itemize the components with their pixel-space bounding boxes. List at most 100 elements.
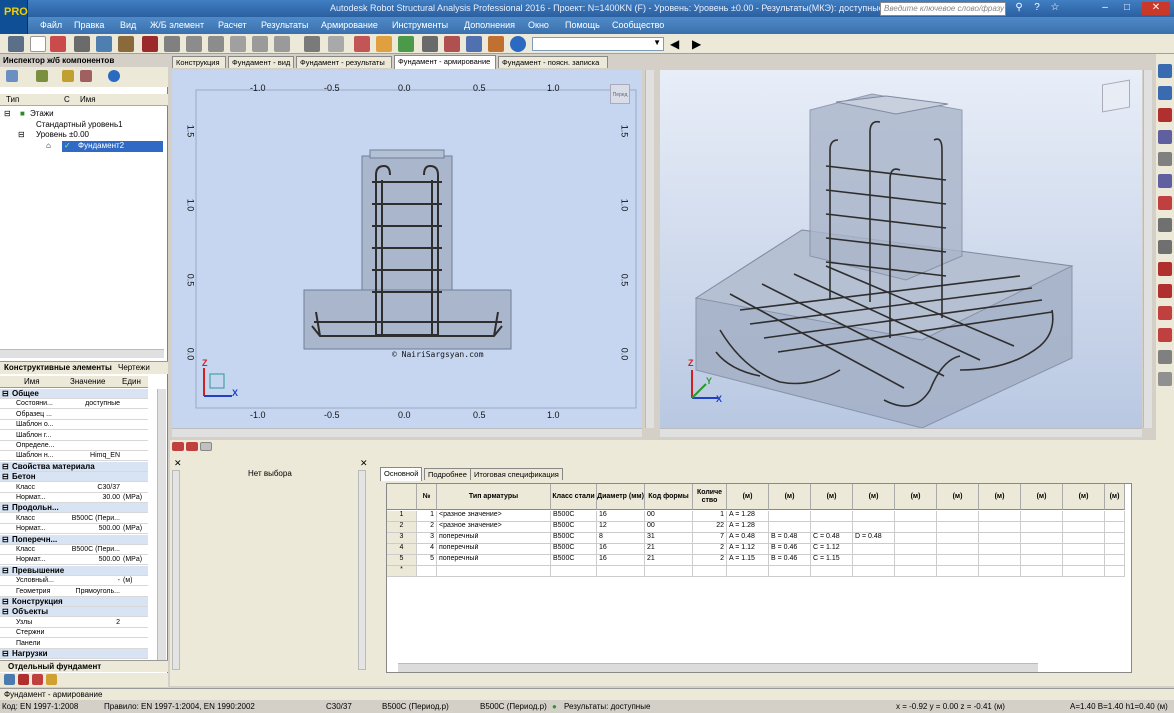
- collapse-icon[interactable]: ⊟: [2, 389, 9, 398]
- menu-file[interactable]: Файл: [40, 20, 62, 30]
- table-cell[interactable]: [937, 522, 979, 533]
- property-value[interactable]: -: [62, 577, 120, 584]
- table-header[interactable]: (м): [895, 484, 937, 510]
- selection-combo[interactable]: ▼: [532, 37, 664, 51]
- table-header[interactable]: Код формы: [645, 484, 693, 510]
- tree-item-floors[interactable]: Этажи: [30, 109, 54, 118]
- property-row[interactable]: Образец ...: [0, 410, 148, 420]
- table-cell[interactable]: 21: [645, 555, 693, 566]
- property-value[interactable]: 500.00: [62, 525, 120, 532]
- panel-tool-icon[interactable]: [186, 442, 198, 451]
- row-header[interactable]: 1: [387, 511, 417, 522]
- table-cell[interactable]: [853, 555, 895, 566]
- right-tool-icon[interactable]: [1158, 218, 1172, 232]
- collapse-icon[interactable]: ⊟: [2, 566, 9, 575]
- table-cell[interactable]: [1105, 511, 1125, 522]
- table-cell[interactable]: [693, 566, 727, 577]
- property-value[interactable]: C30/37: [62, 484, 120, 491]
- redo-icon[interactable]: [274, 36, 290, 52]
- table-cell[interactable]: B = 0.46: [769, 544, 811, 555]
- table-cell[interactable]: <разное значение>: [437, 522, 551, 533]
- table-header[interactable]: (м): [937, 484, 979, 510]
- table-cell[interactable]: <разное значение>: [437, 511, 551, 522]
- table-cell[interactable]: [979, 566, 1021, 577]
- menu-window[interactable]: Окно: [528, 20, 549, 30]
- help-icon[interactable]: [108, 70, 120, 82]
- inspector-tool-icon[interactable]: [6, 70, 18, 82]
- new-row-marker[interactable]: *: [387, 566, 417, 577]
- table-cell[interactable]: [769, 511, 811, 522]
- table-cell[interactable]: [1063, 522, 1105, 533]
- menu-edit[interactable]: Правка: [74, 20, 104, 30]
- table-cell[interactable]: [1063, 555, 1105, 566]
- h-scrollbar-3d[interactable]: [660, 428, 1142, 437]
- doc-tab[interactable]: Фундамент - вид: [228, 56, 294, 68]
- undo-icon[interactable]: [252, 36, 268, 52]
- property-row[interactable]: Шаблон о...: [0, 420, 148, 431]
- table-cell[interactable]: A = 1.12: [727, 544, 769, 555]
- table-cell[interactable]: 2: [693, 544, 727, 555]
- tree-item-level[interactable]: Уровень ±0.00: [36, 130, 89, 139]
- table-cell[interactable]: [895, 511, 937, 522]
- sort-icon[interactable]: [80, 70, 92, 82]
- table-header[interactable]: (м): [811, 484, 853, 510]
- property-row[interactable]: Состояни... доступные: [0, 399, 148, 410]
- collapse-icon[interactable]: ⊟: [2, 535, 9, 544]
- table-cell[interactable]: [811, 522, 853, 533]
- table-cell[interactable]: 2: [693, 555, 727, 566]
- close-icon[interactable]: ✕: [360, 458, 368, 469]
- property-value[interactable]: 2: [62, 619, 120, 626]
- viewcube[interactable]: [1102, 79, 1130, 113]
- table-cell[interactable]: 21: [645, 544, 693, 555]
- table-cell[interactable]: [811, 566, 853, 577]
- table-header[interactable]: (м): [769, 484, 811, 510]
- table-cell[interactable]: [937, 544, 979, 555]
- calculate-icon[interactable]: [444, 36, 460, 52]
- table-cell[interactable]: [551, 566, 597, 577]
- tab-isolated-foundation[interactable]: Отдельный фундамент: [8, 662, 101, 671]
- table-cell[interactable]: [417, 566, 437, 577]
- table-cell[interactable]: [895, 544, 937, 555]
- table-header[interactable]: (м): [1105, 484, 1125, 510]
- table-cell[interactable]: A = 1.15: [727, 555, 769, 566]
- paste-icon[interactable]: [230, 36, 246, 52]
- tree-expander[interactable]: ⊟: [18, 130, 25, 139]
- property-value[interactable]: доступные: [62, 400, 120, 407]
- prev-arrow-icon[interactable]: ◀: [670, 36, 680, 52]
- table-cell[interactable]: 16: [597, 511, 645, 522]
- help-icon[interactable]: [510, 36, 526, 52]
- right-tool-icon[interactable]: [1158, 262, 1172, 276]
- row-header[interactable]: 5: [387, 555, 417, 566]
- property-row[interactable]: Стержни: [0, 628, 148, 639]
- table-cell[interactable]: 3: [417, 533, 437, 544]
- delete-icon[interactable]: [32, 674, 43, 685]
- view-2d-elevation[interactable]: © NairiSargsyan.com Перед Z X -1.0 -1.0 -0…: [172, 70, 642, 428]
- table-header[interactable]: (м): [853, 484, 895, 510]
- table-cell[interactable]: A = 0.48: [727, 533, 769, 544]
- tab-summary[interactable]: Итоговая спецификация: [470, 468, 563, 480]
- table-cell[interactable]: [811, 511, 853, 522]
- view-3d[interactable]: Z Y X: [660, 70, 1142, 428]
- table-cell[interactable]: [1021, 566, 1063, 577]
- tools-icon[interactable]: [488, 36, 504, 52]
- collapse-icon[interactable]: ⊟: [2, 462, 9, 471]
- property-row[interactable]: Узлы 2: [0, 618, 148, 628]
- help-icon[interactable]: ?: [1030, 2, 1044, 15]
- table-cell[interactable]: [1105, 544, 1125, 555]
- table-cell[interactable]: [979, 555, 1021, 566]
- table-cell[interactable]: [645, 566, 693, 577]
- structure-icon[interactable]: [398, 36, 414, 52]
- row-header[interactable]: 3: [387, 533, 417, 544]
- next-arrow-icon[interactable]: ▶: [692, 36, 702, 52]
- table-cell[interactable]: [937, 555, 979, 566]
- cut-icon[interactable]: [186, 36, 202, 52]
- tree-item-foundation2[interactable]: ✓ Фундамент2: [62, 141, 163, 152]
- filter-icon[interactable]: [62, 70, 74, 82]
- property-value[interactable]: Прямоуголь...: [62, 588, 120, 595]
- table-cell[interactable]: поперечный: [437, 533, 551, 544]
- menu-results[interactable]: Результаты: [261, 20, 308, 30]
- table-cell[interactable]: A = 1.28: [727, 522, 769, 533]
- table-cell[interactable]: [1021, 544, 1063, 555]
- table-cell[interactable]: [937, 511, 979, 522]
- property-row[interactable]: Нормат... 500.00 (MPa): [0, 524, 148, 535]
